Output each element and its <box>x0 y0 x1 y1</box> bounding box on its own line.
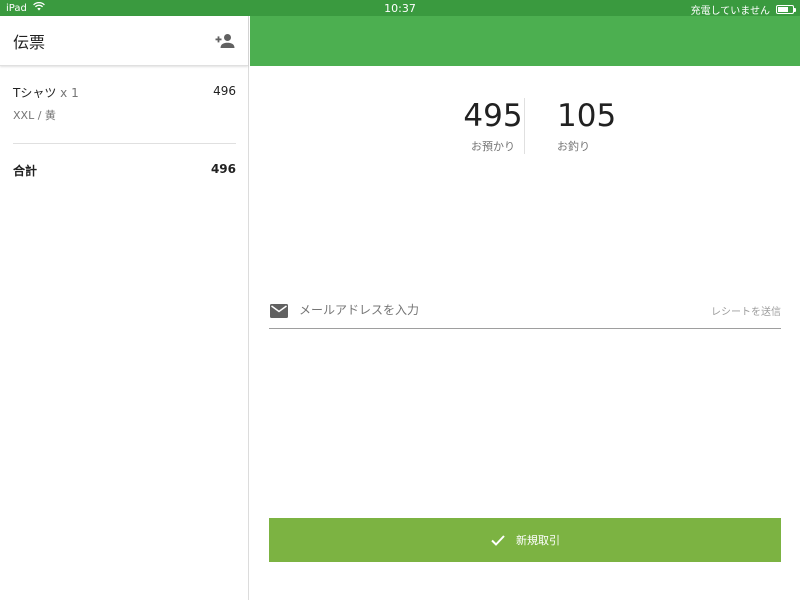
check-icon <box>490 532 506 548</box>
received-label: お預かり <box>471 140 515 153</box>
receipt-title: 伝票 <box>13 32 46 52</box>
total-value: 496 <box>210 162 236 176</box>
vertical-divider <box>524 98 525 154</box>
total-label: 合計 <box>13 164 38 178</box>
total-row: 合計 496 <box>0 144 248 179</box>
receipt-panel: 伝票 Tシャツ x 1 496 XXL / 黄 合計 496 <box>0 16 249 600</box>
received-amount: 495 お預かり <box>433 98 553 154</box>
status-time: 10:37 <box>384 2 416 15</box>
change-value: 105 <box>557 98 617 134</box>
list-item[interactable]: Tシャツ x 1 496 XXL / 黄 <box>0 66 248 123</box>
receipt-header: 伝票 <box>0 16 248 66</box>
person-add-icon[interactable] <box>214 30 236 52</box>
new-transaction-label: 新規取引 <box>516 534 560 547</box>
item-name: Tシャツ <box>13 86 57 100</box>
change-label: お釣り <box>557 140 590 153</box>
change-amount: 105 お釣り <box>557 98 677 154</box>
received-value: 495 <box>463 98 523 134</box>
email-receipt-row: レシートを送信 <box>269 292 781 329</box>
send-receipt-button[interactable]: レシートを送信 <box>711 303 781 318</box>
new-transaction-button[interactable]: 新規取引 <box>269 518 781 562</box>
item-price: 496 <box>213 84 236 98</box>
item-variant: XXL / 黄 <box>13 109 56 122</box>
charging-status: 充電していません <box>690 6 770 17</box>
item-qty: x 1 <box>60 86 79 100</box>
email-input[interactable] <box>299 303 711 317</box>
payment-summary: 495 お預かり 105 お釣り <box>250 98 800 154</box>
mail-icon <box>270 303 288 318</box>
battery-icon <box>776 5 796 14</box>
app-bar <box>250 16 800 66</box>
status-bar: iPad 10:37 充電していません <box>0 0 800 17</box>
